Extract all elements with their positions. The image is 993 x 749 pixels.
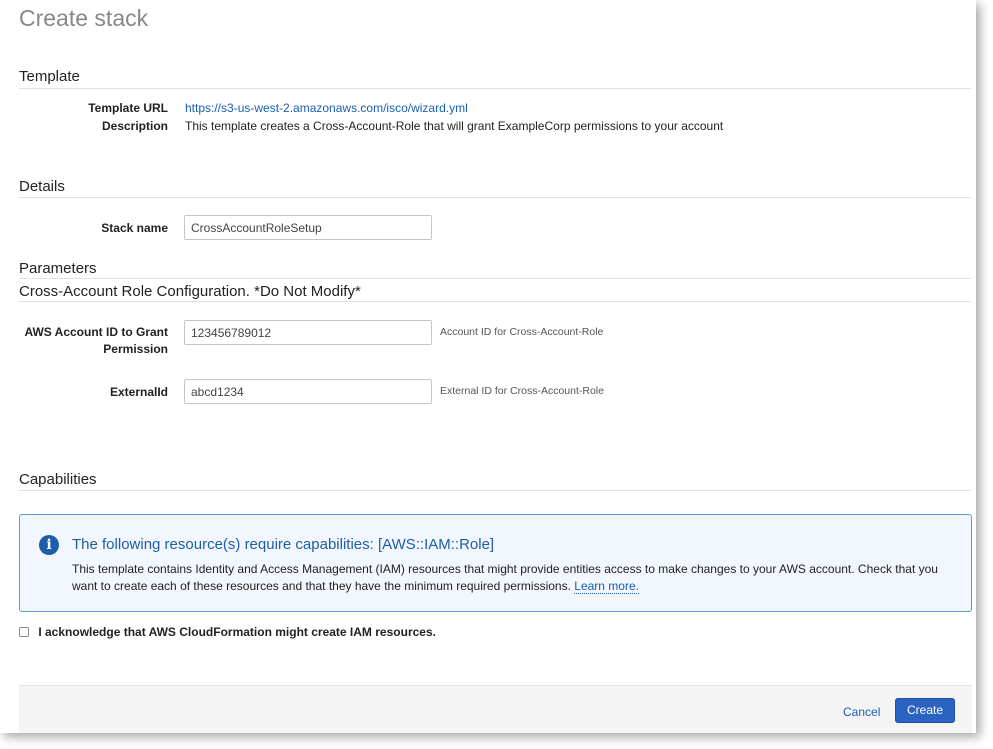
acknowledge-label: I acknowledge that AWS CloudFormation mi…	[38, 625, 436, 639]
parameters-group-divider	[19, 301, 971, 302]
page-title: Create stack	[19, 5, 149, 31]
acknowledge-row[interactable]: I acknowledge that AWS CloudFormation mi…	[19, 625, 436, 639]
capabilities-info-text: This template contains Identity and Acce…	[72, 561, 962, 595]
parameters-divider	[19, 278, 971, 279]
capabilities-section-title: Capabilities	[19, 471, 97, 488]
capabilities-info-body: This template contains Identity and Acce…	[72, 562, 938, 593]
details-divider	[19, 197, 971, 198]
parameters-section-title: Parameters	[19, 260, 97, 277]
info-circle-icon: i	[39, 535, 59, 555]
parameters-group-title: Cross-Account Role Configuration. *Do No…	[19, 283, 361, 300]
acknowledge-checkbox[interactable]	[19, 627, 29, 637]
external-id-input[interactable]	[184, 379, 432, 404]
learn-more-link[interactable]: Learn more.	[574, 579, 639, 594]
capabilities-info-title: The following resource(s) require capabi…	[72, 536, 495, 553]
template-url-label: Template URL	[88, 101, 168, 115]
template-url-link[interactable]: https://s3-us-west-2.amazonaws.com/isco/…	[185, 101, 468, 115]
create-stack-window: Create stack Template Template URL https…	[0, 0, 976, 733]
template-section-title: Template	[19, 68, 80, 85]
create-button[interactable]: Create	[895, 698, 955, 723]
account-id-label: AWS Account ID to Grant Permission	[24, 325, 168, 356]
stack-name-input[interactable]	[184, 215, 432, 240]
template-divider	[19, 88, 971, 89]
external-id-hint: External ID for Cross-Account-Role	[440, 385, 604, 397]
capabilities-divider	[19, 490, 971, 491]
details-section-title: Details	[19, 178, 65, 195]
description-value: This template creates a Cross-Account-Ro…	[185, 119, 724, 133]
cancel-link[interactable]: Cancel	[843, 705, 880, 719]
capabilities-info-box: i The following resource(s) require capa…	[19, 514, 972, 612]
account-id-input[interactable]	[184, 320, 432, 345]
stack-name-label: Stack name	[101, 221, 168, 235]
external-id-label: ExternalId	[109, 385, 168, 399]
description-label: Description	[101, 119, 168, 133]
footer-bar: Cancel Create	[19, 685, 972, 733]
account-id-hint: Account ID for Cross-Account-Role	[440, 326, 604, 338]
